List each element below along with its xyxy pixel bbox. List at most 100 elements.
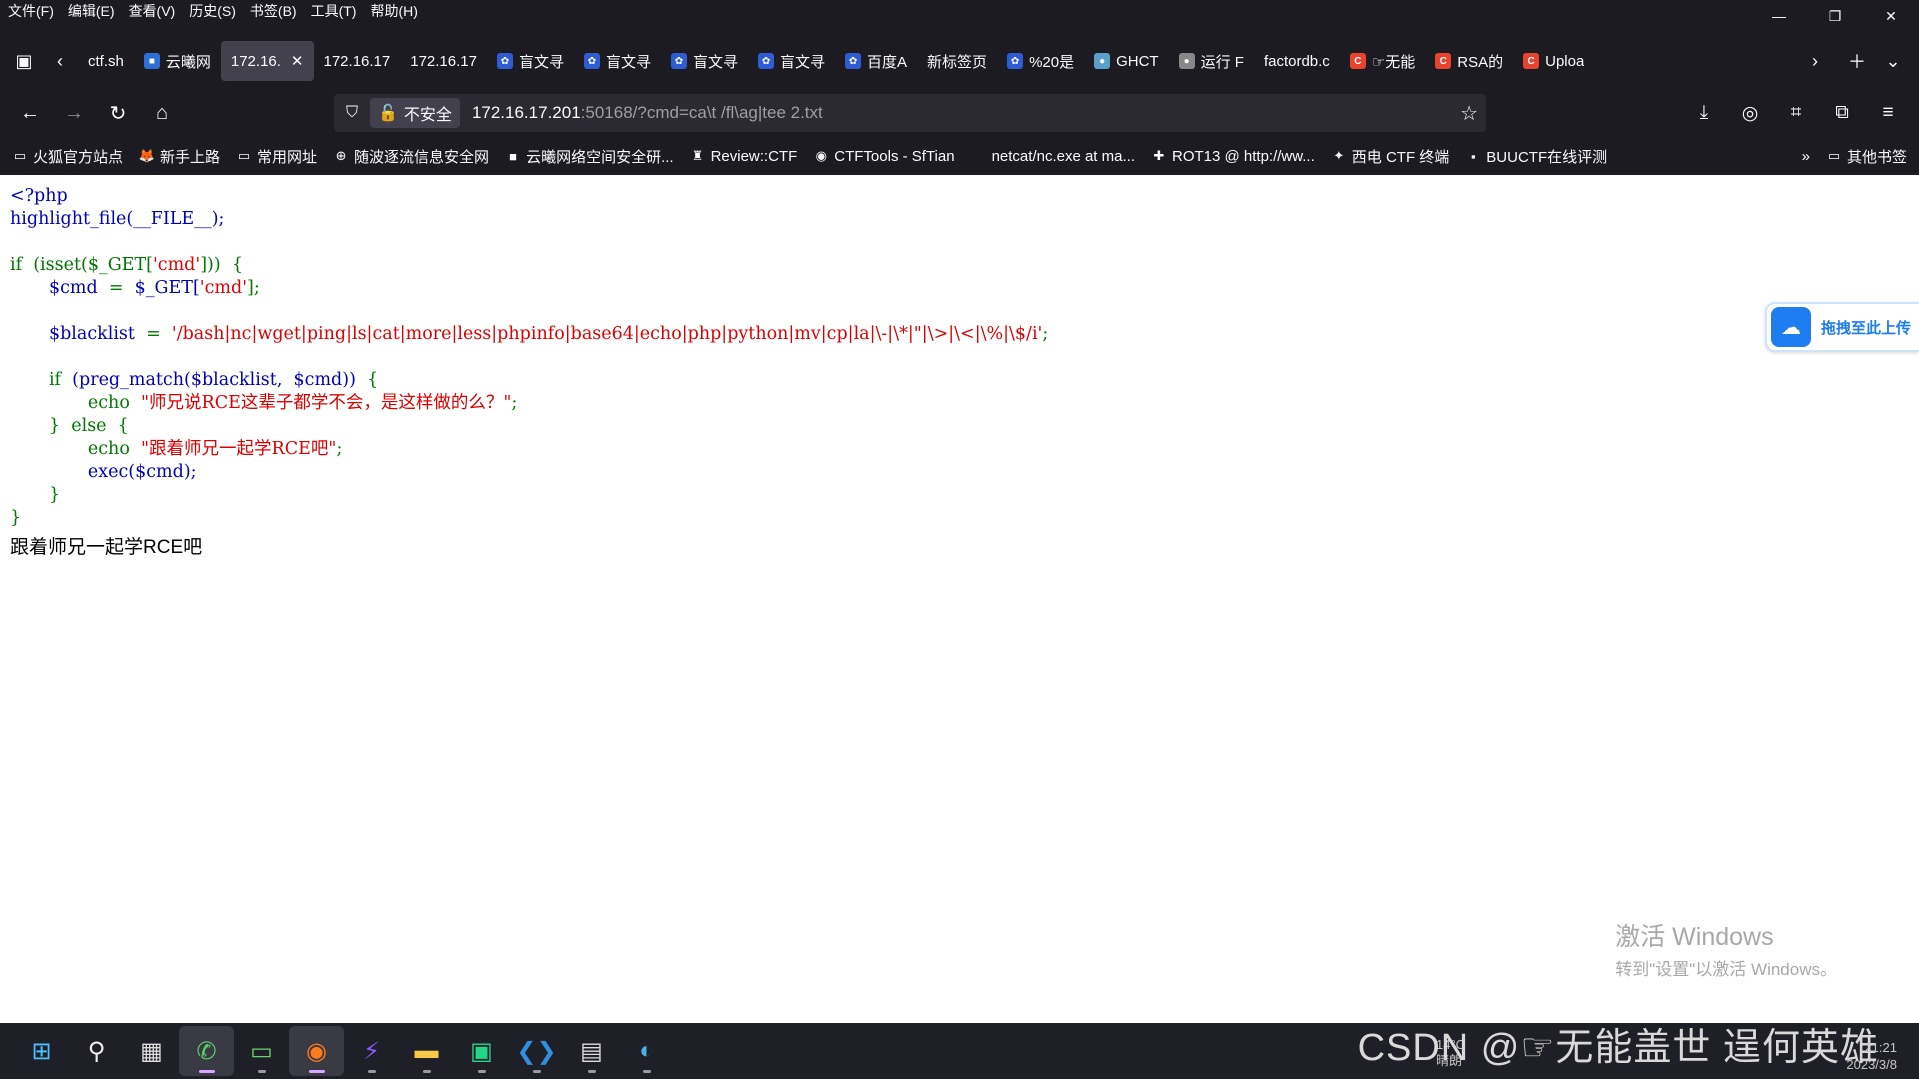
terminal-icon[interactable]: ▤ xyxy=(564,1026,619,1076)
app-menu-icon[interactable]: ≡ xyxy=(1865,102,1911,124)
menu-item[interactable]: 历史(S) xyxy=(189,0,236,22)
back-icon[interactable]: ← xyxy=(8,95,52,131)
code-token: (isset($_GET[ xyxy=(33,255,153,275)
browser-tab[interactable]: 新标签页 xyxy=(917,41,997,81)
code-string: 'cmd' xyxy=(199,278,248,298)
search-icon[interactable]: ⚲ xyxy=(69,1026,124,1076)
browser-tab[interactable]: 172.16. ✕ xyxy=(220,41,314,81)
url-bar[interactable]: ⛉ 🔓 不安全 172.16.17.201:50168/?cmd=ca\t /f… xyxy=(334,94,1486,132)
browser-tab[interactable]: ✿ 盲文寻 xyxy=(574,41,661,81)
tab-label: 172.16.17 xyxy=(323,52,391,70)
pycharm-icon[interactable]: ▣ xyxy=(454,1026,509,1076)
reload-icon[interactable]: ↻ xyxy=(96,95,140,131)
browser-tab[interactable]: ● GHCT xyxy=(1084,41,1169,81)
windows-start-icon[interactable]: ⊞ xyxy=(14,1026,69,1076)
browser-tab[interactable]: ✿ 盲文寻 xyxy=(661,41,748,81)
taskbar: ⊞ ⚲ ▦ ✆ ▭ ◉ ⚡ ▬ ▣ ❮❯ ▤ ◐ 14°C 晴朗 CSDN @☞… xyxy=(0,1023,1919,1079)
browser-tab[interactable]: ✿ 盲文寻 xyxy=(487,41,574,81)
tab-favicon-icon: C xyxy=(1523,53,1540,69)
browser-tab[interactable]: C ☞无能 xyxy=(1340,41,1425,81)
screenshot-crop-icon[interactable]: ⌗ xyxy=(1773,102,1819,124)
code-line: <?php xyxy=(10,186,68,206)
bookmark-favicon-icon: ◉ xyxy=(815,148,827,163)
app-purple-icon[interactable]: ⚡ xyxy=(344,1026,399,1076)
system-clock[interactable]: 21:21 2023/3/8 xyxy=(1846,1039,1897,1073)
file-explorer-icon[interactable]: ▬ xyxy=(399,1026,454,1076)
menu-item[interactable]: 书签(B) xyxy=(250,0,297,22)
browser-tab[interactable]: factordb.c xyxy=(1254,41,1340,81)
bookmark-item[interactable]: ◉ CTFTools - SfTian xyxy=(813,148,955,165)
browser-tab[interactable]: ✿ 百度A xyxy=(835,41,917,81)
forward-icon[interactable]: → xyxy=(52,95,96,131)
code-token: { xyxy=(231,255,243,275)
drag-upload-label: 拖拽至此上传 xyxy=(1821,319,1912,337)
browser-tab[interactable]: ■ 云曦网 xyxy=(134,41,221,81)
bookmark-item[interactable]: 🦊 新手上路 xyxy=(139,146,220,167)
task-view-icon[interactable]: ▦ xyxy=(124,1026,179,1076)
tab-list: ctf.sh ■ 云曦网 172.16. ✕ 172.16.17 172.16.17 ✿ 盲文寻… xyxy=(78,38,1797,84)
tab-favicon-icon: ✿ xyxy=(671,53,687,69)
other-bookmarks-folder[interactable]: ▭ 其他书签 xyxy=(1826,146,1907,167)
tab-label: ctf.sh xyxy=(88,52,124,70)
drag-upload-widget[interactable]: ☁ 拖拽至此上传 xyxy=(1765,302,1919,352)
menu-item[interactable]: 帮助(H) xyxy=(370,0,417,22)
bookmarks-chevron-icon[interactable]: » xyxy=(1802,148,1810,165)
remote-desktop-icon[interactable]: ▭ xyxy=(234,1026,289,1076)
list-all-tabs-icon[interactable]: ⌄ xyxy=(1875,43,1911,79)
home-icon[interactable]: ⌂ xyxy=(140,95,184,131)
bookmark-item[interactable]: netcat/nc.exe at ma... xyxy=(971,148,1135,165)
url-host: 172.16.17.201 xyxy=(471,103,581,122)
close-tab-icon[interactable]: ✕ xyxy=(291,52,304,70)
extensions-icon[interactable]: ⧉ xyxy=(1819,102,1865,124)
menu-item[interactable]: 文件(F) xyxy=(8,0,54,22)
browser-tab[interactable]: C Uploa xyxy=(1513,41,1594,81)
scroll-tabs-left-icon[interactable]: ‹ xyxy=(42,43,78,79)
code-string: '/bash|nc|wget|ping|ls|cat|more|less|php… xyxy=(171,324,1043,344)
browser-tab[interactable]: ctf.sh xyxy=(78,41,134,81)
minimize-button[interactable]: — xyxy=(1751,0,1807,32)
menu-item[interactable]: 工具(T) xyxy=(311,0,357,22)
bookmark-item[interactable]: ✚ ROT13 @ http://ww... xyxy=(1151,148,1315,165)
tab-favicon-icon: ✿ xyxy=(1007,53,1024,69)
menu-item[interactable]: 查看(V) xyxy=(129,0,176,22)
browser-tab[interactable]: C RSA的 xyxy=(1425,41,1513,81)
page-content: <?php highlight_file(__FILE__); if (isse… xyxy=(0,175,1919,1023)
browser-tab[interactable]: ✿ %20是 xyxy=(997,41,1084,81)
tab-favicon-icon: ● xyxy=(1178,53,1195,69)
tab-favicon-icon: C xyxy=(1435,53,1452,69)
downloads-icon[interactable]: ⤓ xyxy=(1681,102,1727,124)
account-icon[interactable]: ◎ xyxy=(1727,102,1773,125)
bookmark-item[interactable]: ▭ 火狐官方站点 xyxy=(12,146,123,167)
browser-tab[interactable]: 172.16.17 xyxy=(314,41,401,81)
bookmark-item[interactable]: ▪ BUUCTF在线评测 xyxy=(1465,146,1607,167)
bookmark-item[interactable]: ⊕ 随波逐流信息安全网 xyxy=(333,146,489,167)
browser-tab[interactable]: 172.16.17 xyxy=(400,41,487,81)
browser-tab[interactable]: ● 运行 F xyxy=(1169,41,1254,81)
url-path: :50168/?cmd=ca\t /fl\ag|tee 2.txt xyxy=(580,103,823,122)
firefox-icon[interactable]: ◉ xyxy=(289,1026,344,1076)
close-window-button[interactable]: ✕ xyxy=(1863,0,1919,32)
bookmark-item[interactable]: ♜ Review::CTF xyxy=(690,148,798,165)
bookmark-item[interactable]: ■ 云曦网络空间安全研... xyxy=(505,146,673,167)
tracking-protection-shield-icon[interactable]: ⛉ xyxy=(334,104,370,122)
vscode-icon[interactable]: ❮❯ xyxy=(509,1026,564,1076)
tab-favicon-icon: ✿ xyxy=(758,53,775,69)
firefox-view-icon[interactable]: ▣ xyxy=(6,43,42,79)
bookmark-favicon-icon: ▭ xyxy=(237,148,251,163)
bookmark-star-icon[interactable]: ☆ xyxy=(1460,101,1478,126)
code-string: "跟着师兄一起学RCE吧" xyxy=(141,439,337,459)
bookmark-favicon-icon: ■ xyxy=(509,148,517,164)
restore-button[interactable]: ❐ xyxy=(1807,0,1863,32)
code-string: 'cmd' xyxy=(152,255,201,275)
bookmark-item[interactable]: ✦ 西电 CTF 终端 xyxy=(1331,146,1449,167)
browser-tab[interactable]: ✿ 盲文寻 xyxy=(748,41,835,81)
new-tab-icon[interactable]: ＋ xyxy=(1839,43,1875,79)
url-text[interactable]: 172.16.17.201:50168/?cmd=ca\t /fl\ag|tee… xyxy=(472,103,823,123)
menu-item[interactable]: 编辑(E) xyxy=(68,0,115,22)
scroll-tabs-right-icon[interactable]: › xyxy=(1797,43,1833,79)
connection-insecure-indicator[interactable]: 🔓 不安全 xyxy=(370,98,460,128)
paint-icon[interactable]: ◐ xyxy=(619,1026,674,1076)
wechat-icon[interactable]: ✆ xyxy=(179,1026,234,1076)
bookmark-item[interactable]: ▭ 常用网址 xyxy=(236,146,317,167)
tab-label: 运行 F xyxy=(1200,53,1244,71)
